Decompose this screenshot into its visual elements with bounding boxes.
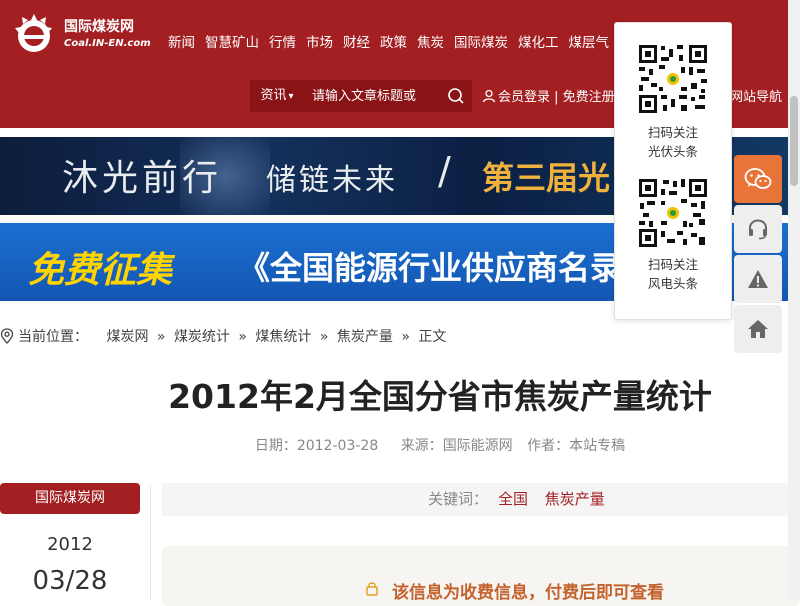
nav-item-cbm[interactable]: 煤层气: [569, 31, 610, 51]
nav-item-finance[interactable]: 财经: [343, 31, 370, 51]
qr-caption-line1: 扫码关注: [647, 257, 698, 272]
breadcrumb-sep: »: [319, 329, 329, 345]
logo-text-en: Coal.IN-EN.com: [64, 38, 151, 49]
qr-caption-line2: 风电头条: [647, 276, 698, 291]
author-label: 作者：: [527, 438, 570, 454]
breadcrumb-item-current: 正文: [418, 329, 447, 345]
login-register-links[interactable]: 会员登录 | 免费注册: [482, 86, 615, 105]
qr-code-icon[interactable]: [637, 43, 709, 115]
side-date: 03/28: [32, 566, 108, 596]
search-bar: 资讯 ▾: [250, 80, 472, 112]
keywords-bar: 关键词： 全国 焦炭产量: [162, 483, 800, 516]
customer-service-button[interactable]: [734, 205, 782, 253]
paid-content-notice: 该信息为收费信息，付费后即可查看: [162, 546, 800, 606]
search-input[interactable]: [306, 80, 452, 112]
source-label: 来源：: [400, 438, 443, 454]
qr-code-panel: 扫码关注 光伏头条 扫码关注 风电头条: [614, 22, 732, 320]
side-year: 2012: [47, 534, 93, 555]
banner1-separator: /: [438, 149, 451, 193]
article-meta: 日期：2012-03-28 来源：国际能源网 作者：本站专稿: [0, 435, 800, 455]
nav-item-policy[interactable]: 政策: [380, 31, 407, 51]
scrollbar-thumb[interactable]: [790, 96, 798, 186]
breadcrumb-sep: »: [401, 329, 410, 345]
nav-item-coal-chemical[interactable]: 煤化工: [518, 31, 559, 51]
nav-item-market[interactable]: 市场: [306, 31, 333, 51]
article-date: 2012-03-28: [296, 438, 379, 454]
banner2-text-a: 免费征集: [28, 250, 173, 291]
nav-item-coke[interactable]: 焦炭: [417, 31, 444, 51]
report-button[interactable]: [734, 255, 782, 303]
article-author: 本站专稿: [569, 438, 626, 454]
article-source: 国际能源网: [442, 438, 513, 454]
lock-icon: [366, 582, 378, 596]
nav-item-intl-coal[interactable]: 国际煤炭: [454, 31, 508, 51]
headset-icon: [749, 219, 767, 240]
breadcrumb-item-coal-stats[interactable]: 煤炭统计: [174, 329, 230, 345]
nav-item-news[interactable]: 新闻: [168, 31, 195, 51]
qr-caption-line2: 光伏头条: [647, 144, 698, 159]
banner1-text-c: 第三届光: [482, 159, 611, 197]
qr-code-icon[interactable]: [637, 177, 709, 249]
breadcrumb-prefix: 当前位置：: [18, 329, 88, 345]
qr-caption-line1: 扫码关注: [647, 125, 698, 140]
main-nav: 新闻 智慧矿山 行情 市场 财经 政策 焦炭 国际煤炭 煤化工 煤层气: [168, 31, 619, 51]
breadcrumb-item-coke-stats[interactable]: 煤焦统计: [255, 329, 311, 345]
login-text: 会员登录 | 免费注册: [498, 90, 615, 105]
home-button[interactable]: [734, 305, 782, 353]
qr-caption-wind: 扫码关注 风电头条: [615, 255, 731, 293]
keyword-tag[interactable]: 全国: [498, 490, 528, 508]
wechat-icon: [744, 168, 772, 189]
nav-item-smart-mine[interactable]: 智慧矿山: [205, 31, 259, 51]
chevron-down-icon: ▾: [288, 91, 294, 102]
logo-mark-icon: [15, 14, 52, 52]
qr-caption-solar: 扫码关注 光伏头条: [615, 123, 731, 161]
sidebar-divider: [150, 485, 151, 600]
keyword-tag[interactable]: 焦炭产量: [545, 490, 605, 508]
breadcrumb-sep: »: [156, 329, 166, 345]
user-icon: [482, 89, 496, 103]
page-scrollbar[interactable]: [788, 0, 800, 600]
site-nav-link[interactable]: 网站导航: [730, 86, 782, 105]
banner1-text-a: 沐光前行: [62, 158, 223, 199]
site-logo[interactable]: 国际煤炭网 Coal.IN-EN.com: [10, 8, 155, 58]
date-label: 日期：: [254, 438, 297, 454]
breadcrumb-item-home[interactable]: 煤炭网: [106, 329, 148, 345]
breadcrumb: 当前位置： 煤炭网 » 煤炭统计 » 煤焦统计 » 焦炭产量 » 正文: [0, 326, 450, 346]
keywords-label: 关键词：: [428, 490, 489, 508]
source-badge: 国际煤炭网: [0, 483, 140, 514]
warning-icon: [748, 270, 768, 288]
paid-notice-text: 该信息为收费信息，付费后即可查看: [392, 583, 664, 603]
search-category-label: 资讯: [260, 88, 287, 103]
article-title: 2012年2月全国分省市焦炭产量统计: [168, 377, 712, 416]
home-icon: [748, 320, 768, 338]
nav-item-quotes[interactable]: 行情: [269, 31, 296, 51]
breadcrumb-sep: »: [238, 329, 247, 345]
logo-text-cn: 国际煤炭网: [64, 19, 134, 35]
location-pin-icon: [0, 328, 14, 344]
banner1-text-b: 储链未来: [266, 163, 398, 198]
search-icon[interactable]: [446, 86, 466, 106]
wechat-button[interactable]: [734, 155, 782, 203]
breadcrumb-item-coke-output[interactable]: 焦炭产量: [337, 329, 393, 345]
search-category-select[interactable]: 资讯 ▾: [250, 80, 304, 112]
